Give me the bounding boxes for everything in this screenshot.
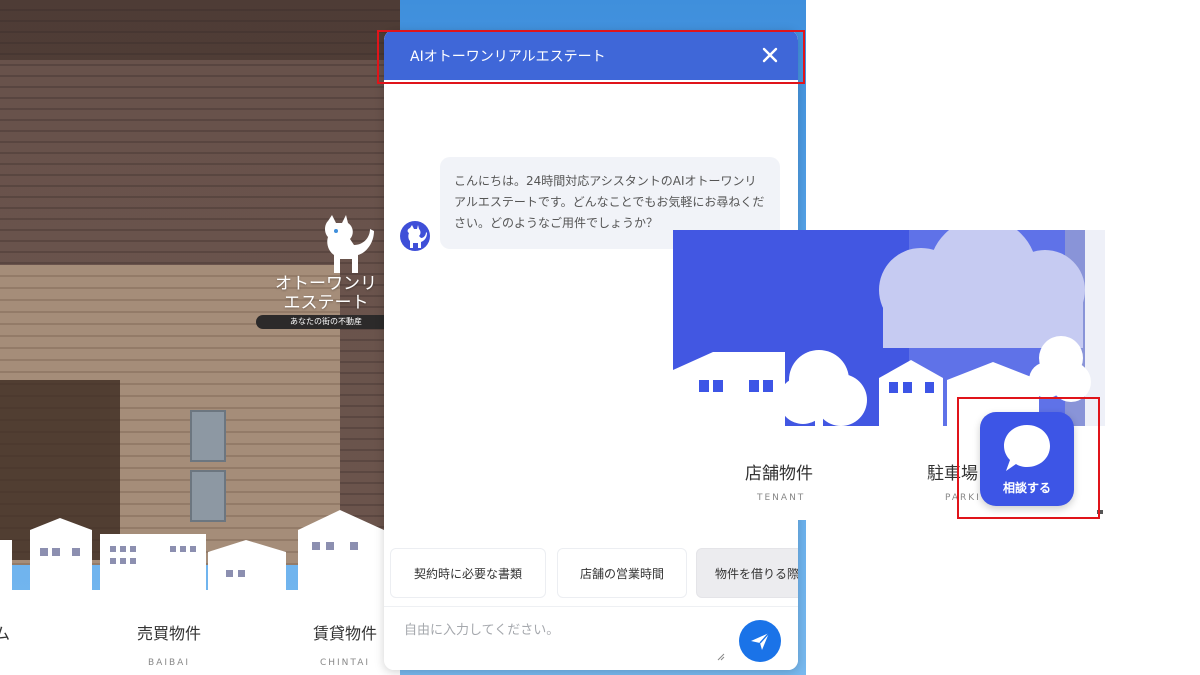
- building-roof: [0, 0, 400, 60]
- resize-grip-icon[interactable]: [717, 653, 725, 661]
- nav-item-sublabel: CHINTAI: [319, 658, 371, 668]
- site-logo[interactable]: オトーワンリ エステート あなたの街の不動産: [256, 215, 396, 335]
- send-button[interactable]: [739, 620, 781, 662]
- nav-item-label: 売買物件: [136, 624, 201, 643]
- chat-composer: [384, 606, 798, 670]
- bot-avatar: [400, 221, 430, 251]
- highlight-box-chat-header: [377, 30, 805, 84]
- category-sublabel: TENANT: [757, 493, 806, 503]
- quick-reply-documents[interactable]: 契約時に必要な書類: [390, 548, 546, 598]
- wall-vent: [190, 410, 226, 462]
- send-icon: [751, 632, 770, 650]
- dog-avatar-icon: [407, 225, 427, 248]
- site-name: オトーワンリ エステート: [275, 274, 377, 313]
- category-label: 店舗物件: [745, 464, 813, 484]
- nav-item-chintai[interactable]: 賃貸物件 CHINTAI: [300, 620, 390, 668]
- site-tagline: あなたの街の不動産: [256, 315, 396, 329]
- chat-input[interactable]: [404, 619, 724, 659]
- highlight-box-consult-button: [957, 397, 1100, 519]
- nav-item-label: 賃貸物件: [312, 624, 377, 643]
- nav-item-baibai[interactable]: 売買物件 BAIBAI: [122, 620, 216, 668]
- quick-reply-hours[interactable]: 店舗の営業時間: [557, 548, 687, 598]
- nav-item-sublabel: BAIBAI: [148, 658, 190, 668]
- quick-replies: 契約時に必要な書類 店舗の営業時間 物件を借りる際: [390, 548, 798, 600]
- quick-reply-renting[interactable]: 物件を借りる際: [696, 548, 798, 598]
- nav-item-label: ム: [0, 624, 11, 643]
- nav-item-home[interactable]: ム E: [0, 620, 20, 668]
- dog-logo-icon: [325, 215, 374, 273]
- nav-item-sublabel: E: [0, 658, 20, 668]
- screenshot-stage: オトーワンリ エステート あなたの街の不動産 ム E 売買物件 BAIBAI 賃…: [0, 0, 1200, 675]
